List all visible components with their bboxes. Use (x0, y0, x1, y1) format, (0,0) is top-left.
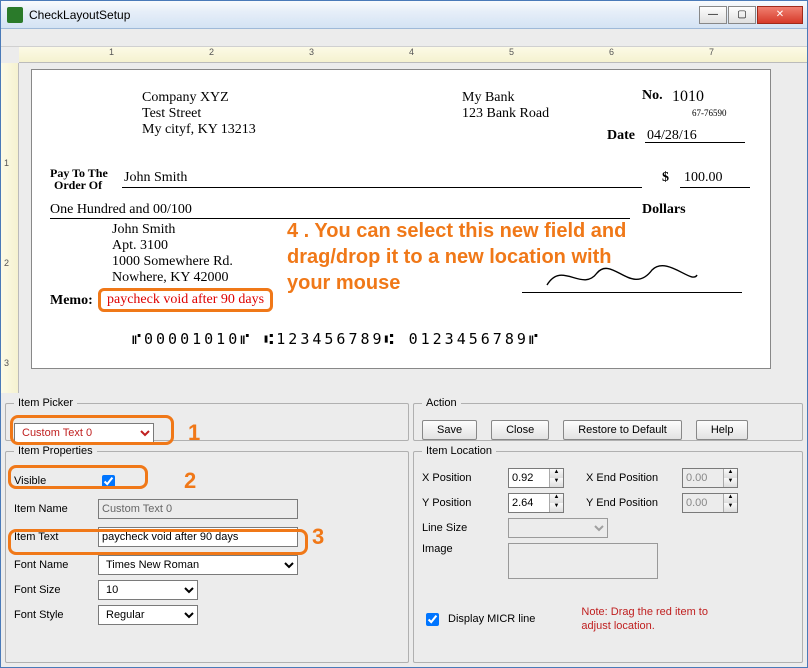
restore-default-button[interactable]: Restore to Default (563, 420, 682, 440)
visible-checkbox[interactable] (102, 475, 115, 488)
font-style-label: Font Style (14, 609, 92, 621)
close-action-button[interactable]: Close (491, 420, 549, 440)
visible-label: Visible (14, 475, 92, 487)
xend-spinner[interactable]: ▲▼ (682, 468, 738, 488)
addr-3[interactable]: 1000 Somewhere Rd. (112, 254, 233, 270)
micr-line[interactable]: ⑈00001010⑈ ⑆123456789⑆ 0123456789⑈ (132, 330, 541, 348)
font-size-combo[interactable]: 10 (98, 580, 198, 600)
canvas[interactable]: Company XYZ Test Street My cityf, KY 132… (19, 63, 807, 393)
item-picker-group: Item Picker Custom Text 0 1 (5, 397, 409, 441)
note-text: Note: Drag the red item to adjust locati… (581, 605, 731, 634)
check-no-label[interactable]: No. (642, 88, 663, 104)
yend-spinner[interactable]: ▲▼ (682, 493, 738, 513)
ruler-vertical: 1 2 3 (1, 63, 19, 393)
display-micr-checkbox[interactable] (426, 613, 439, 626)
design-surface: 1 2 3 Company XYZ Test Street My cityf, … (1, 63, 807, 393)
maximize-button[interactable]: ▢ (728, 6, 756, 24)
addr-4[interactable]: Nowhere, KY 42000 (112, 270, 229, 286)
titlebar: CheckLayoutSetup — ▢ ✕ (1, 1, 807, 29)
app-icon (7, 7, 23, 23)
bank-name[interactable]: My Bank (462, 90, 515, 106)
check-no[interactable]: 1010 (672, 88, 704, 106)
save-button[interactable]: Save (422, 420, 477, 440)
payee[interactable]: John Smith (124, 170, 187, 186)
item-picker-combo[interactable]: Custom Text 0 (14, 423, 154, 443)
item-properties-group: Item Properties Visible 2 Item Name Item… (5, 445, 409, 663)
toolbar-hint (1, 29, 807, 47)
amount-words[interactable]: One Hundred and 00/100 (50, 202, 192, 218)
annotation-4: 4 . You can select this new field and dr… (287, 218, 627, 296)
minimize-button[interactable]: — (699, 6, 727, 24)
yend-label: Y End Position (586, 497, 676, 509)
left-column: Item Picker Custom Text 0 1 Item Propert… (5, 397, 409, 663)
font-size-label: Font Size (14, 584, 92, 596)
xend-label: X End Position (586, 472, 676, 484)
line-size-label: Line Size (422, 522, 502, 534)
image-label: Image (422, 543, 502, 555)
item-properties-legend: Item Properties (14, 445, 97, 457)
annotation-2: 2 (184, 468, 196, 494)
right-column: Action Save Close Restore to Default Hel… (413, 397, 803, 663)
item-text-input[interactable] (98, 527, 298, 547)
routing-small[interactable]: 67-76590 (692, 108, 727, 118)
dollars-label[interactable]: Dollars (642, 202, 686, 218)
font-style-combo[interactable]: Regular (98, 605, 198, 625)
addr-1[interactable]: John Smith (112, 222, 175, 238)
image-well (508, 543, 658, 579)
item-location-legend: Item Location (422, 445, 496, 457)
item-text-label: Item Text (14, 531, 92, 543)
check-preview[interactable]: Company XYZ Test Street My cityf, KY 132… (31, 69, 771, 369)
window-controls: — ▢ ✕ (698, 6, 803, 24)
help-button[interactable]: Help (696, 420, 749, 440)
line-size-combo (508, 518, 608, 538)
company-name[interactable]: Company XYZ (142, 90, 229, 106)
company-street[interactable]: Test Street (142, 106, 201, 122)
close-button[interactable]: ✕ (757, 6, 803, 24)
action-legend: Action (422, 397, 461, 409)
bank-street[interactable]: 123 Bank Road (462, 106, 549, 122)
app-window: CheckLayoutSetup — ▢ ✕ 1 2 3 4 5 6 7 1 2… (0, 0, 808, 668)
xpos-label: X Position (422, 472, 502, 484)
amount[interactable]: 100.00 (684, 170, 723, 186)
item-location-group: Item Location X Position ▲▼ X End Positi… (413, 445, 803, 663)
font-name-combo[interactable]: Times New Roman (98, 555, 298, 575)
lower-panels: Item Picker Custom Text 0 1 Item Propert… (1, 393, 807, 667)
pay-to-label-2[interactable]: Order Of (54, 178, 102, 193)
addr-2[interactable]: Apt. 3100 (112, 238, 168, 254)
item-name-label: Item Name (14, 503, 92, 515)
xpos-spinner[interactable]: ▲▼ (508, 468, 564, 488)
item-name-input (98, 499, 298, 519)
memo-text[interactable]: paycheck void after 90 days (98, 288, 273, 312)
display-micr-label: Display MICR line (448, 613, 535, 625)
font-name-label: Font Name (14, 559, 92, 571)
date-label[interactable]: Date (607, 128, 635, 144)
ypos-spinner[interactable]: ▲▼ (508, 493, 564, 513)
ruler-horizontal: 1 2 3 4 5 6 7 (19, 47, 807, 63)
window-title: CheckLayoutSetup (29, 8, 130, 22)
amount-symbol[interactable]: $ (662, 170, 669, 186)
company-city[interactable]: My cityf, KY 13213 (142, 122, 256, 138)
action-group: Action Save Close Restore to Default Hel… (413, 397, 803, 441)
annotation-3: 3 (312, 524, 324, 550)
item-picker-legend: Item Picker (14, 397, 77, 409)
memo-label[interactable]: Memo: (50, 293, 93, 309)
annotation-1: 1 (188, 420, 200, 446)
ypos-label: Y Position (422, 497, 502, 509)
